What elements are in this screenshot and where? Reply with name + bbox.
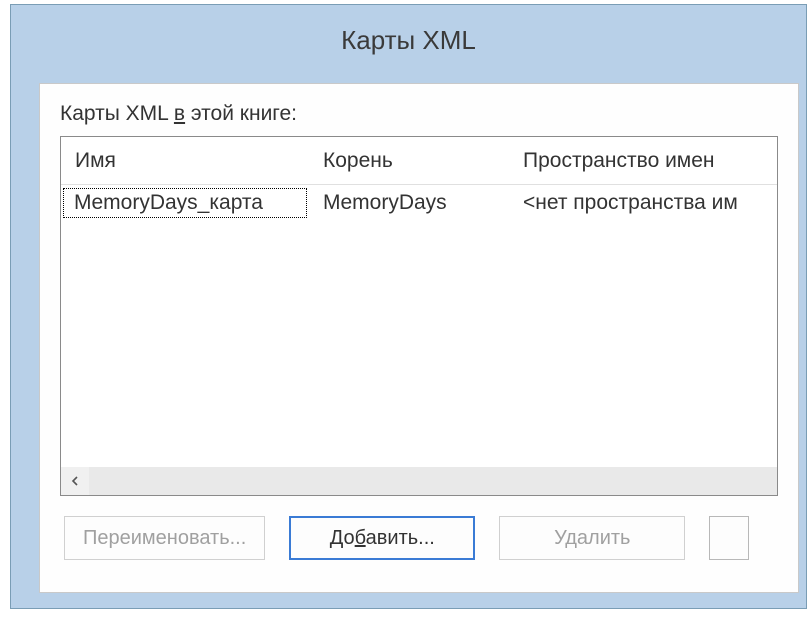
horizontal-scrollbar[interactable] bbox=[61, 467, 777, 495]
maps-listbox[interactable]: Имя Корень Пространство имен MemoryDays_… bbox=[60, 136, 778, 496]
cell-root: MemoryDays bbox=[309, 191, 509, 215]
table-row[interactable]: MemoryDays_карта MemoryDays <нет простра… bbox=[61, 185, 777, 221]
rows-area: MemoryDays_карта MemoryDays <нет простра… bbox=[61, 185, 777, 467]
dialog-title: Карты XML bbox=[341, 25, 476, 56]
header-name[interactable]: Имя bbox=[61, 149, 309, 173]
cell-namespace: <нет пространства им bbox=[509, 191, 777, 215]
delete-button: Удалить bbox=[499, 516, 685, 560]
scroll-track[interactable] bbox=[89, 467, 777, 495]
button-row: Переименовать... Добавить... Удалить bbox=[60, 516, 778, 560]
truncated-button[interactable] bbox=[709, 516, 749, 560]
rename-button: Переименовать... bbox=[64, 516, 265, 560]
titlebar: Карты XML bbox=[11, 5, 806, 75]
dialog-body: Карты XML в этой книге: Имя Корень Прост… bbox=[39, 83, 799, 593]
cell-name: MemoryDays_карта bbox=[63, 188, 307, 218]
header-root[interactable]: Корень bbox=[309, 149, 509, 173]
column-headers: Имя Корень Пространство имен bbox=[61, 137, 777, 185]
add-button[interactable]: Добавить... bbox=[289, 516, 475, 560]
scroll-left-icon[interactable] bbox=[61, 467, 89, 495]
dialog-window: Карты XML Карты XML в этой книге: Имя Ко… bbox=[10, 4, 807, 609]
maps-label: Карты XML в этой книге: bbox=[60, 102, 778, 126]
header-namespace[interactable]: Пространство имен bbox=[509, 149, 777, 173]
